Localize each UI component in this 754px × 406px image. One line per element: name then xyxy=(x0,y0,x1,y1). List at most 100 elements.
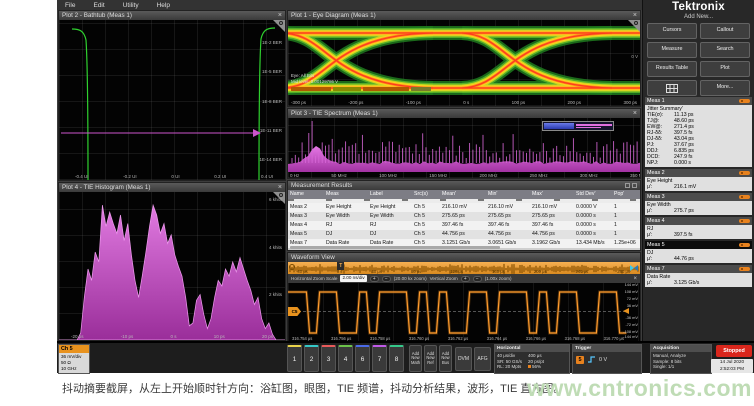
add-new-bus-button[interactable]: Add New Bus xyxy=(439,345,452,372)
stopped-status-button[interactable]: Stopped xyxy=(716,345,752,357)
results-column-header[interactable]: Label xyxy=(368,190,412,199)
results-hscrollbar[interactable] xyxy=(290,246,500,249)
dvm-button[interactable]: DVM xyxy=(455,347,472,371)
acquisition-panel[interactable]: Acquisition Manual, AnalyzeSample: 8 bit… xyxy=(650,344,712,374)
badge-body: Eye Heightμ':216.1 mV xyxy=(645,177,752,191)
hzoom-value-input[interactable]: 2.00 ns/div xyxy=(340,275,366,282)
vzoom-in-button[interactable]: + xyxy=(461,276,470,282)
sidebar-plot-button[interactable]: Plot xyxy=(700,61,750,77)
close-icon[interactable]: × xyxy=(633,276,637,282)
sidebar-results-table-button[interactable]: Results Table xyxy=(647,61,697,77)
results-table-row[interactable]: Meas 3Eye WidthEye WidthCh 5275.65 ps275… xyxy=(288,212,640,221)
badge-handle-icon[interactable] xyxy=(739,99,750,104)
zoom-corner-icon[interactable] xyxy=(273,20,285,32)
results-column-header[interactable]: Name xyxy=(288,190,324,199)
channel-5-badge[interactable]: Ch 5 36 mV/div50 Ω10 GHz xyxy=(58,344,90,374)
results-cell: 216.10 mV xyxy=(530,203,574,212)
waveform-view-panel[interactable]: Waveform View c T -40 μs0 s40 μs80 μs120… xyxy=(287,252,641,341)
menu-utility[interactable]: Utility xyxy=(123,2,139,9)
close-icon[interactable]: × xyxy=(278,184,282,191)
results-table-row[interactable]: Meas 4RJRJCh 5397.46 fs397.46 fs397.46 f… xyxy=(288,221,640,230)
measurement-badge-meas-1[interactable]: Meas 1Jitter Summary'TIE(σ):11.13 psTJ@:… xyxy=(645,97,752,167)
draw-a-box-icon-button[interactable] xyxy=(647,80,697,96)
sidebar-callout-button[interactable]: Callout xyxy=(700,23,750,39)
spectrum-plot-panel[interactable]: Plot 3 - TIE Spectrum (Meas 1) × 0 Hz50 … xyxy=(287,108,641,179)
datetime-display: 14 Jul 2020 2:52:03 PM xyxy=(711,359,753,373)
menu-edit[interactable]: Edit xyxy=(93,2,104,9)
waveform-title-bar: Waveform View xyxy=(288,253,640,262)
channel-4-button[interactable]: 4 xyxy=(338,345,353,372)
trigger-panel[interactable]: Trigger 5 0 V xyxy=(572,344,642,374)
results-table-row[interactable]: Meas 5DJDJCh 544.756 ps44.756 ps44.756 p… xyxy=(288,230,640,239)
channel-2-button[interactable]: 2 xyxy=(304,345,319,372)
badge-handle-icon[interactable] xyxy=(739,219,750,224)
measurement-badge-meas-5[interactable]: Meas 5DJμ':44.76 ps xyxy=(645,241,752,263)
results-column-header[interactable]: Max' xyxy=(530,190,574,199)
horizontal-panel[interactable]: Horizontal 40 μs/divSR: 50 GS/sRL: 20 Mp… xyxy=(494,344,570,374)
bathtub-y-axis: 1E-2 BER1E-5 BER1E-8 BER1E-11 BER1E-14 B… xyxy=(259,40,282,162)
results-column-header[interactable]: Mean' xyxy=(440,190,486,199)
histogram-plot-panel[interactable]: Plot 4 - TIE Histogram (Meas 1) × 6 khit… xyxy=(58,182,286,341)
bathtub-plot-area[interactable]: 1E-2 BER1E-5 BER1E-8 BER1E-11 BER1E-14 B… xyxy=(59,20,285,180)
close-icon[interactable]: × xyxy=(278,12,282,19)
hzoom-in-button[interactable]: + xyxy=(370,276,379,282)
eye-plot-area[interactable]: Eye: All Bits Mid level: 0.00129786 V 0 … xyxy=(288,20,640,106)
sidebar-measure-button[interactable]: Measure xyxy=(647,42,697,58)
close-icon[interactable]: × xyxy=(633,12,637,19)
vzoom-out-button[interactable]: − xyxy=(473,276,482,282)
results-cell: Meas 5 xyxy=(288,230,324,239)
sidebar-cursors-button[interactable]: Cursors xyxy=(647,23,697,39)
results-cell: Eye Height xyxy=(324,203,368,212)
results-column-header[interactable]: Min' xyxy=(486,190,530,199)
results-table-row[interactable]: Meas 2Eye HeightEye HeightCh 5216.10 mV2… xyxy=(288,203,640,212)
channel-6-button[interactable]: 6 xyxy=(355,345,370,372)
eye-diagram-panel[interactable]: Plot 1 - Eye Diagram (Meas 1) × Eye: All… xyxy=(287,10,641,107)
eye-bits-annotation: Eye: All Bits xyxy=(291,73,314,78)
mv-tick-label: 72 mV xyxy=(627,297,638,301)
bathtub-x-axis: -0.4 UI-0.2 UI0 UI0.2 UI0.4 UI xyxy=(75,174,273,179)
results-column-header[interactable]: Meas xyxy=(324,190,368,199)
add-new-math-button[interactable]: Add New Math xyxy=(409,345,422,372)
mv-tick-label: -72 mV xyxy=(625,323,638,327)
menu-file[interactable]: File xyxy=(65,2,75,9)
channel-7-button[interactable]: 7 xyxy=(372,345,387,372)
measurement-badge-meas-2[interactable]: Meas 2Eye Heightμ':216.1 mV xyxy=(645,169,752,191)
channel-3-button[interactable]: 3 xyxy=(321,345,336,372)
badge-id: Meas 5 xyxy=(647,242,665,248)
minimap-left-icon[interactable]: c xyxy=(289,264,295,270)
measurement-badge-meas-3[interactable]: Meas 3Eye Widthμ':275.7 ps xyxy=(645,193,752,215)
menu-help[interactable]: Help xyxy=(157,2,170,9)
horizontal-panel-title: Horizontal xyxy=(495,345,569,352)
badge-handle-icon[interactable] xyxy=(739,171,750,176)
badge-id: Meas 2 xyxy=(647,170,665,176)
sidebar-more-button[interactable]: More... xyxy=(700,80,750,96)
zoom-controls-bar: Horizontal Zoom Scale 2.00 ns/div + − (2… xyxy=(288,274,640,283)
spectrum-plot-area[interactable]: 0 Hz50 MHz100 MHz150 MHz200 MHz250 MHz30… xyxy=(288,118,640,178)
badge-handle-icon[interactable] xyxy=(739,267,750,272)
trigger-level-arrow[interactable] xyxy=(623,308,629,314)
channel-8-button[interactable]: 8 xyxy=(389,345,404,372)
add-new-ref-button[interactable]: Add New Ref xyxy=(424,345,437,372)
sidebar-search-button[interactable]: Search xyxy=(700,42,750,58)
results-column-header[interactable]: Std Dev' xyxy=(574,190,612,199)
results-column-header[interactable]: Src(s) xyxy=(412,190,440,199)
waveform-minimap[interactable]: c T -40 μs0 s40 μs80 μs120 μs160 μs200 μ… xyxy=(288,262,640,274)
minimap-zoombox-icon[interactable] xyxy=(629,264,639,272)
zoom-corner-icon[interactable] xyxy=(628,20,640,32)
channel-1-button[interactable]: 1 xyxy=(287,345,302,372)
histogram-plot-area[interactable]: 6 khits4 khits2 khits -20 ps-10 ps0 s10 … xyxy=(59,192,285,340)
measurement-results-panel[interactable]: Measurement Results NameMeasLabelSrc(s)M… xyxy=(287,180,641,251)
results-menu-icon[interactable] xyxy=(632,183,637,188)
freq-tick-label: 100 MHz xyxy=(379,173,397,178)
measurement-badge-meas-7[interactable]: Meas 7Data Rateμ':3.125 Gb/s xyxy=(645,265,752,287)
afg-button[interactable]: AFG xyxy=(474,347,491,371)
badge-handle-icon[interactable] xyxy=(739,195,750,200)
measurement-badge-meas-4[interactable]: Meas 4RJμ':397.5 fs xyxy=(645,217,752,239)
close-icon[interactable]: × xyxy=(633,110,637,117)
badge-handle-icon[interactable] xyxy=(739,243,750,248)
hzoom-out-button[interactable]: − xyxy=(382,276,391,282)
results-pin-icon[interactable] xyxy=(625,183,630,188)
waveform-plot-area[interactable]: C5 144 mV108 mV72 mV36 mV-36 mV-72 mV-10… xyxy=(288,283,640,341)
bathtub-plot-panel[interactable]: Plot 2 - Bathtub (Meas 1) × 1E-2 BER1E-5… xyxy=(58,10,286,181)
results-column-header[interactable]: Pop' xyxy=(612,190,640,199)
